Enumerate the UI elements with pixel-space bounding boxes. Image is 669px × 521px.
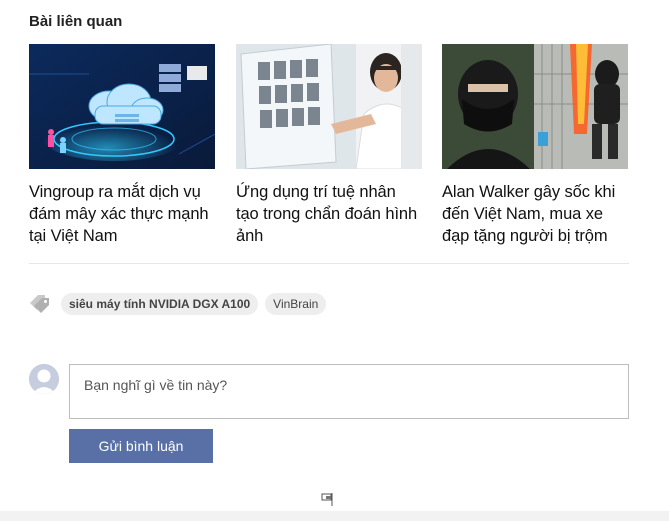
user-placeholder-icon — [29, 364, 59, 394]
related-heading: Bài liên quan — [29, 13, 123, 30]
article-2-title[interactable]: Ứng dụng trí tuệ nhân tạo trong chẩn đoá… — [236, 181, 422, 247]
submit-comment-button[interactable]: Gửi bình luận — [69, 429, 213, 463]
article-3-image[interactable] — [442, 44, 628, 169]
comment-input[interactable] — [69, 364, 629, 419]
related-articles: Vingroup ra mắt dịch vụ đám mây xác thực… — [29, 44, 629, 249]
article-2-image[interactable] — [236, 44, 422, 169]
related-article-3[interactable]: Alan Walker gây sốc khi đến Việt Nam, mu… — [442, 44, 628, 247]
article-1-title[interactable]: Vingroup ra mắt dịch vụ đám mây xác thực… — [29, 181, 215, 247]
tag-vinbrain[interactable]: VinBrain — [265, 293, 327, 315]
tag-nvidia-dgx[interactable]: siêu máy tính NVIDIA DGX A100 — [61, 293, 259, 315]
tag-list: siêu máy tính NVIDIA DGX A100 VinBrain — [29, 293, 333, 315]
article-1-image[interactable] — [29, 44, 215, 169]
article-3-title[interactable]: Alan Walker gây sốc khi đến Việt Nam, mu… — [442, 181, 628, 247]
tag-icon — [30, 295, 49, 313]
flag-icon[interactable] — [321, 491, 337, 507]
related-article-1[interactable]: Vingroup ra mắt dịch vụ đám mây xác thực… — [29, 44, 215, 247]
section-divider — [29, 263, 629, 264]
related-article-2[interactable]: Ứng dụng trí tuệ nhân tạo trong chẩn đoá… — [236, 44, 422, 247]
footer-strip — [0, 511, 669, 521]
avatar — [29, 364, 59, 394]
